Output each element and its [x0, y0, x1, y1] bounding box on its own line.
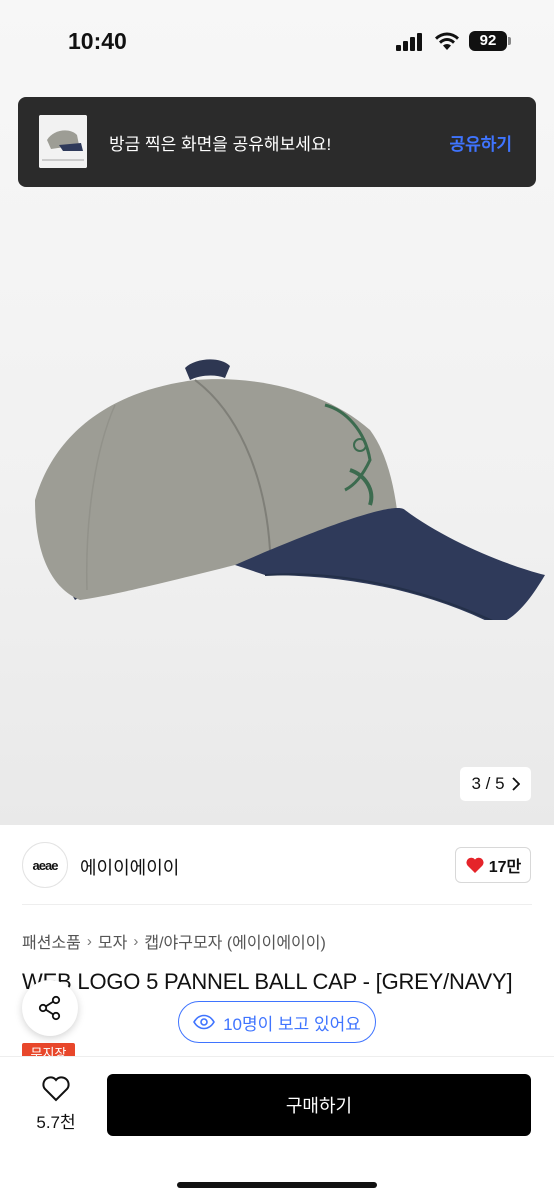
brand-row: aeae 에이이에이이 17만 — [0, 825, 554, 905]
viewers-text: 10명이 보고 있어요 — [223, 1014, 361, 1034]
chevron-right-icon: › — [133, 932, 139, 950]
wifi-icon — [435, 32, 459, 50]
gallery-counter-text: 3 / 5 — [471, 774, 505, 793]
status-bar: 10:40 92 — [0, 0, 554, 84]
brand-like-count: 17만 — [488, 859, 522, 876]
cap-illustration — [35, 359, 545, 620]
heart-outline-icon — [42, 1076, 70, 1102]
breadcrumb-item[interactable]: 모자 — [98, 929, 127, 953]
screenshot-share-toast: 방금 찍은 화면을 공유해보세요! 공유하기 — [18, 97, 536, 187]
divider — [22, 904, 532, 905]
wishlist-button[interactable]: 5.7천 — [24, 1075, 88, 1137]
home-indicator — [177, 1182, 377, 1188]
share-icon — [38, 995, 61, 1021]
viewers-badge: 10명이 보고 있어요 — [178, 1001, 376, 1043]
product-title: WEB LOGO 5 PANNEL BALL CAP - [GREY/NAVY] — [22, 969, 513, 994]
heart-filled-icon — [466, 857, 484, 873]
buy-button[interactable]: 구매하기 — [107, 1074, 531, 1136]
eye-icon — [193, 1014, 216, 1030]
breadcrumb-item[interactable]: 패션소품 — [22, 929, 81, 953]
chevron-right-icon: › — [86, 932, 92, 950]
cellular-signal-icon — [396, 33, 422, 51]
battery-tip — [508, 37, 511, 45]
brand-like-button[interactable]: 17만 — [455, 847, 531, 883]
screenshot-thumbnail[interactable] — [39, 115, 87, 168]
share-button[interactable] — [22, 980, 78, 1036]
battery-indicator: 92 — [469, 31, 507, 51]
brand-name[interactable]: 에이이에이이 — [80, 854, 179, 880]
product-tag: 무지장 — [22, 1043, 75, 1057]
toast-share-button[interactable]: 공유하기 — [449, 130, 512, 155]
breadcrumb-item[interactable]: 캡/야구모자 (에이이에이이) — [144, 929, 325, 953]
status-time: 10:40 — [68, 28, 127, 54]
chevron-right-icon — [511, 777, 520, 791]
toast-message: 방금 찍은 화면을 공유해보세요! — [109, 135, 332, 154]
wishlist-count: 5.7천 — [36, 1113, 76, 1132]
breadcrumb: 패션소품 › 모자 › 캡/야구모자 (에이이에이이) — [22, 929, 326, 953]
brand-logo[interactable]: aeae — [22, 842, 68, 888]
gallery-counter[interactable]: 3 / 5 — [460, 767, 531, 801]
bottom-action-bar: 5.7천 구매하기 — [0, 1056, 554, 1200]
